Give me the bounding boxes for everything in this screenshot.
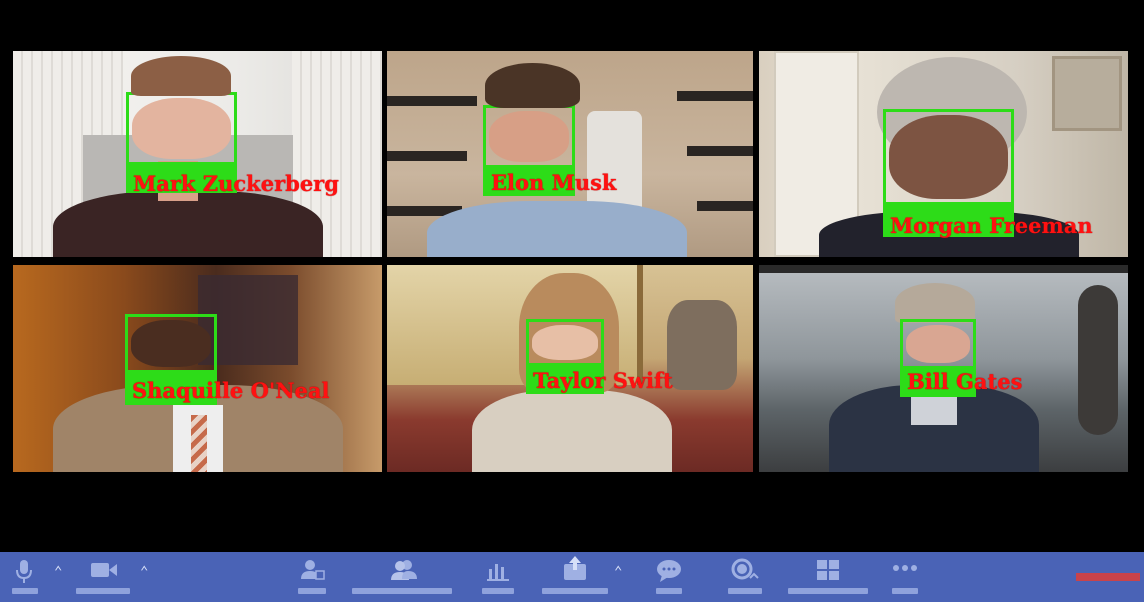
label-placeholder xyxy=(12,588,38,594)
breakout-rooms-icon xyxy=(817,560,839,580)
label-placeholder xyxy=(352,588,452,594)
person-body xyxy=(427,201,687,257)
shelf xyxy=(687,146,753,156)
polls-icon xyxy=(487,564,509,581)
meeting-toolbar: ⌃ ⌃ ⌃ xyxy=(0,552,1144,602)
window-frame xyxy=(759,265,1128,273)
person-body xyxy=(472,390,672,472)
video-camera-icon xyxy=(91,563,117,577)
invite-icon xyxy=(301,560,325,580)
video-tile-2[interactable]: Elon Musk xyxy=(387,51,753,257)
label-placeholder xyxy=(728,588,762,594)
face-detection-box xyxy=(883,109,1014,205)
polls-button[interactable] xyxy=(480,552,516,602)
face-detection-box xyxy=(900,319,976,369)
face xyxy=(131,320,211,367)
label-placeholder xyxy=(76,588,130,594)
more-button[interactable] xyxy=(890,552,920,602)
shelf xyxy=(387,151,467,161)
face xyxy=(489,111,569,162)
video-tile-6[interactable]: Bill Gates xyxy=(759,265,1128,472)
record-icon xyxy=(731,558,759,580)
video-tile-3[interactable]: Morgan Freeman xyxy=(759,51,1128,257)
label-placeholder xyxy=(788,588,868,594)
hair xyxy=(131,56,231,96)
video-tile-4[interactable]: Shaquille O'Neal xyxy=(13,265,382,472)
video-options-caret-icon[interactable]: ⌃ xyxy=(140,564,148,580)
shelf xyxy=(387,96,477,106)
participant-name: Bill Gates xyxy=(907,369,1023,394)
hair xyxy=(895,283,975,323)
label-placeholder xyxy=(892,588,918,594)
mute-button[interactable] xyxy=(6,552,42,602)
picture-frame xyxy=(1052,56,1122,131)
video-tile-5[interactable]: Taylor Swift xyxy=(387,265,753,472)
face-detection-box xyxy=(126,92,237,165)
chat-icon xyxy=(657,560,681,582)
share-options-caret-icon[interactable]: ⌃ xyxy=(614,564,622,580)
participant-name: Shaquille O'Neal xyxy=(132,378,330,403)
breakout-rooms-button[interactable] xyxy=(788,552,868,602)
participant-name: Taylor Swift xyxy=(533,368,673,393)
participants-icon xyxy=(391,560,417,580)
label-placeholder xyxy=(656,588,682,594)
participant-name: Elon Musk xyxy=(491,170,617,195)
face xyxy=(132,98,231,159)
face-detection-box xyxy=(526,319,604,366)
audio-options-caret-icon[interactable]: ⌃ xyxy=(54,564,62,580)
sculpture xyxy=(1078,285,1118,435)
chat-button[interactable] xyxy=(654,552,684,602)
more-icon xyxy=(893,565,917,571)
face xyxy=(889,115,1008,199)
label-placeholder xyxy=(482,588,514,594)
invite-button[interactable] xyxy=(296,552,328,602)
face-detection-box xyxy=(125,314,217,373)
face xyxy=(532,325,598,360)
label-placeholder xyxy=(542,588,608,594)
participant-name: Mark Zuckerberg xyxy=(133,171,339,196)
record-button[interactable] xyxy=(726,552,764,602)
end-meeting-button[interactable] xyxy=(1076,573,1140,581)
share-screen-icon xyxy=(564,556,586,580)
tie xyxy=(191,415,207,472)
label-placeholder xyxy=(298,588,326,594)
hair xyxy=(485,63,580,108)
video-tile-1[interactable]: Mark Zuckerberg xyxy=(13,51,382,257)
shelf xyxy=(677,91,753,101)
microphone-icon xyxy=(16,560,32,583)
face xyxy=(906,325,970,363)
share-screen-button[interactable] xyxy=(542,552,608,602)
participant-name: Morgan Freeman xyxy=(890,213,1093,238)
vase xyxy=(667,300,737,390)
video-grid: Mark Zuckerberg Elon Musk Morgan Freeman xyxy=(0,0,1144,552)
face-detection-box xyxy=(483,105,575,168)
participants-button[interactable] xyxy=(352,552,454,602)
video-button[interactable] xyxy=(76,552,132,602)
end-meeting-area xyxy=(1056,552,1144,602)
shelf xyxy=(697,201,753,211)
